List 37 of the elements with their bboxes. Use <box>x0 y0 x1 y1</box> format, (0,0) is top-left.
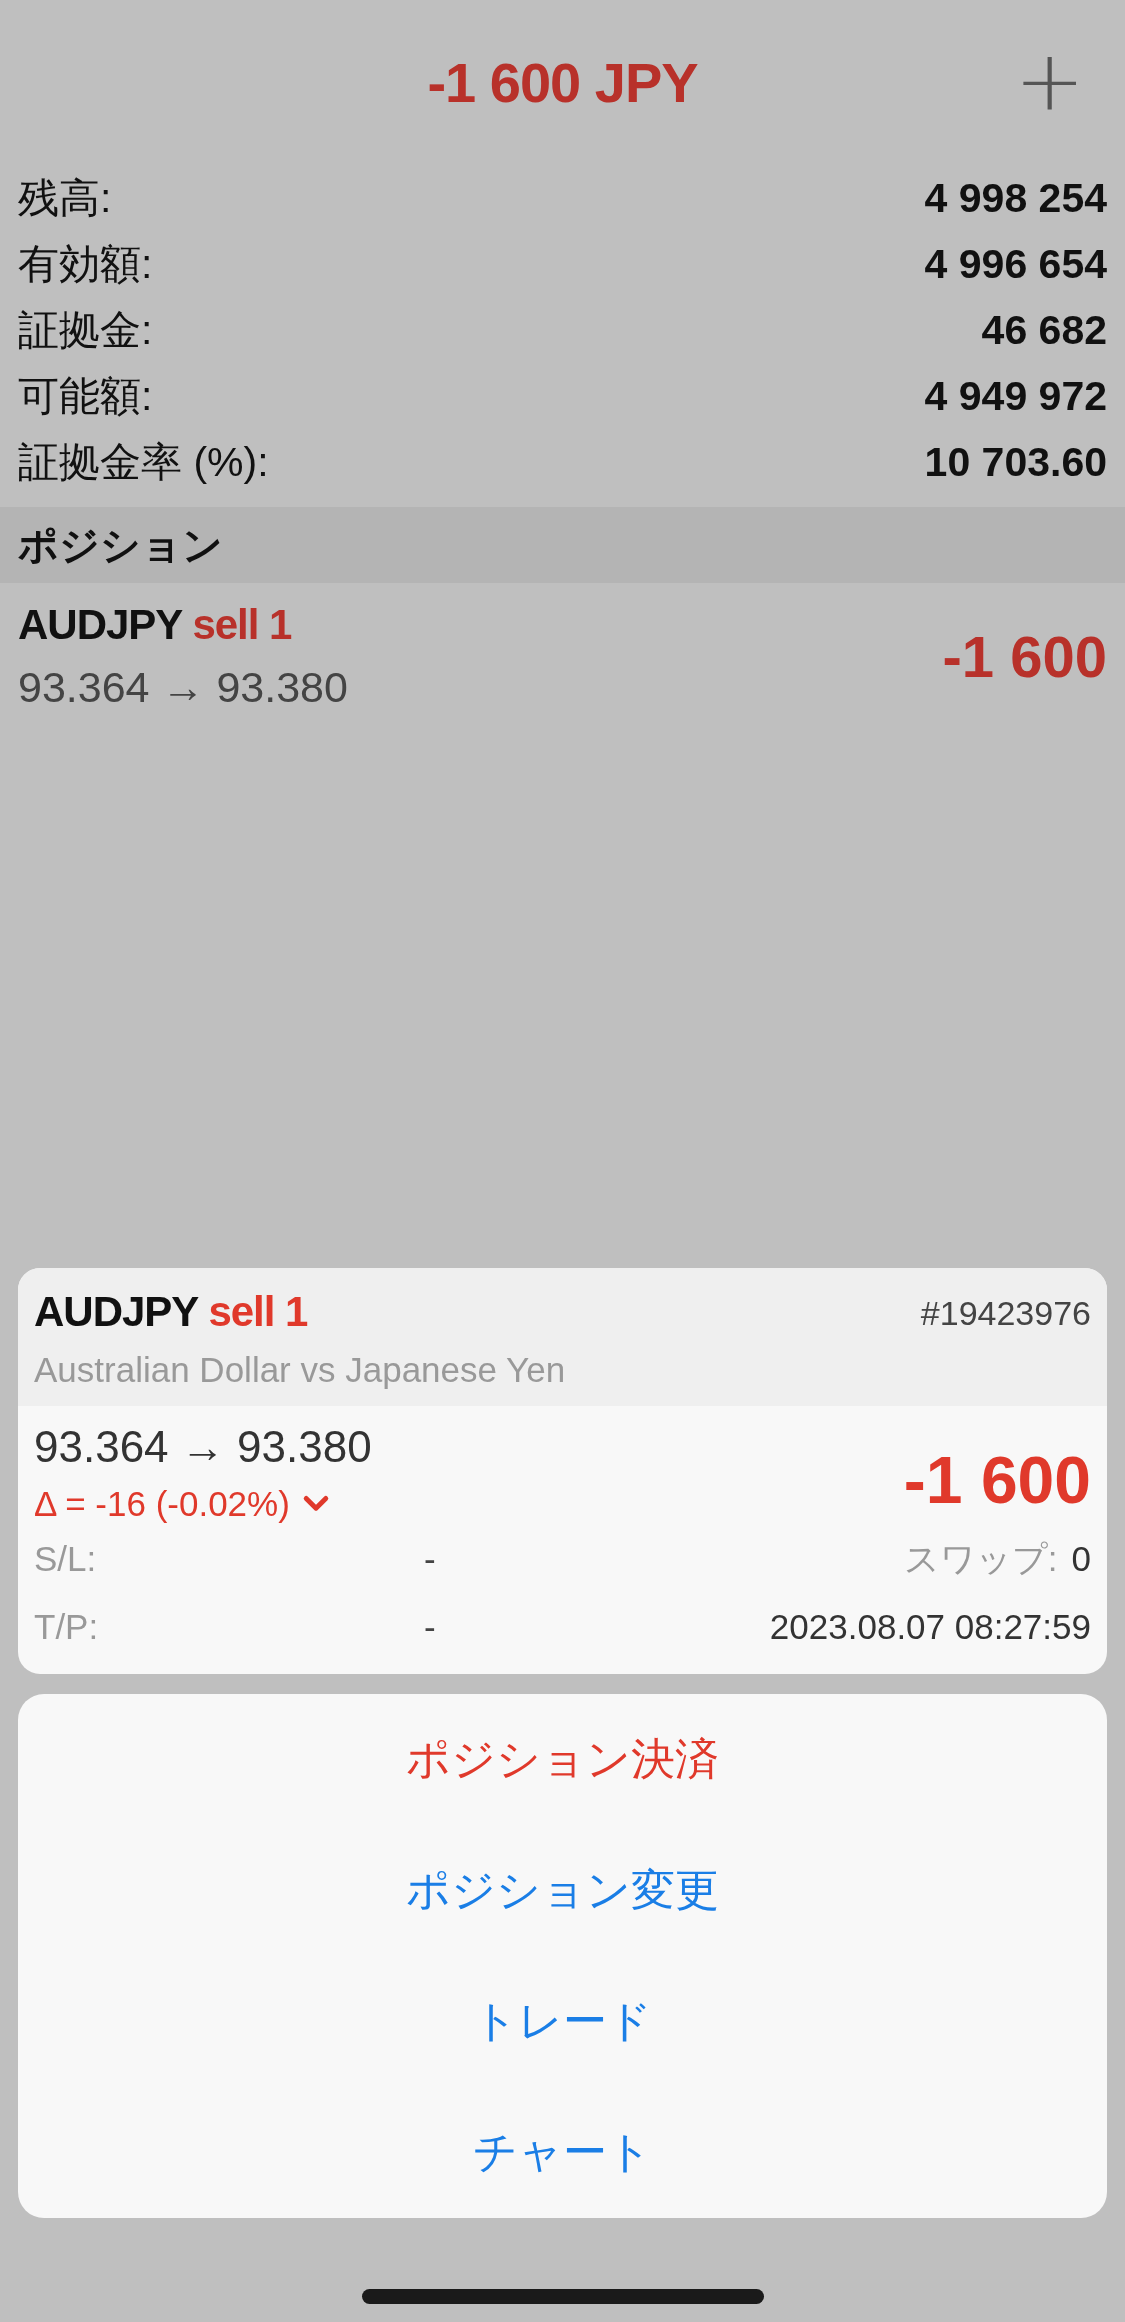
account-profit-title: -1 600 JPY <box>427 50 698 115</box>
summary-label: 可能額: <box>18 371 153 421</box>
action-item[interactable]: ポジション決済 <box>18 1694 1107 1825</box>
symbol-label: AUDJPY <box>34 1288 199 1336</box>
symbol-description: Australian Dollar vs Japanese Yen <box>34 1350 567 1390</box>
summary-value: 46 682 <box>981 306 1107 354</box>
field-value: - <box>424 1607 436 1647</box>
field-value: 2023.08.07 08:27:59 <box>769 1607 1091 1647</box>
price-text: 93.364 → 93.380 <box>18 663 348 712</box>
profit-value: -1 600 <box>942 623 1107 690</box>
symbol-label: AUDJPY <box>18 601 183 649</box>
section-header: ポジション <box>0 507 1125 583</box>
position-row[interactable]: AUDJPY sell 1 93.364 → 93.380 -1 600 <box>0 583 1125 712</box>
price-text: 93.364 → 93.380 <box>34 1422 372 1472</box>
summary-label: 残高: <box>18 173 112 223</box>
action-item[interactable]: チャート <box>18 2087 1107 2218</box>
field-label: スワップ: <box>903 1537 1058 1580</box>
add-button[interactable]: + <box>1002 36 1097 126</box>
summary-value: 10 703.60 <box>924 438 1107 486</box>
change-text: Δ = -16 (-0.02%) <box>34 1484 290 1524</box>
field-value: 0 <box>1071 1539 1091 1579</box>
action-item[interactable]: ポジション変更 <box>18 1825 1107 1956</box>
summary-label: 証拠金率 (%): <box>18 437 269 487</box>
summary-label: 証拠金: <box>18 305 153 355</box>
summary-value: 4 996 654 <box>924 240 1107 288</box>
chevron-down-icon[interactable] <box>301 1494 330 1514</box>
summary-value: 4 998 254 <box>924 174 1107 222</box>
profit-value: -1 600 <box>903 1442 1091 1518</box>
field-label: S/L: <box>34 1539 98 1579</box>
field-label: T/P: <box>34 1607 100 1647</box>
side-label: sell 1 <box>192 601 292 649</box>
side-label: sell 1 <box>208 1288 308 1336</box>
summary-value: 4 949 972 <box>924 372 1107 420</box>
ticket-number: #19423976 <box>920 1294 1091 1333</box>
summary-label: 有効額: <box>18 239 153 289</box>
field-value: - <box>424 1539 436 1579</box>
action-item[interactable]: トレード <box>18 1956 1107 2087</box>
